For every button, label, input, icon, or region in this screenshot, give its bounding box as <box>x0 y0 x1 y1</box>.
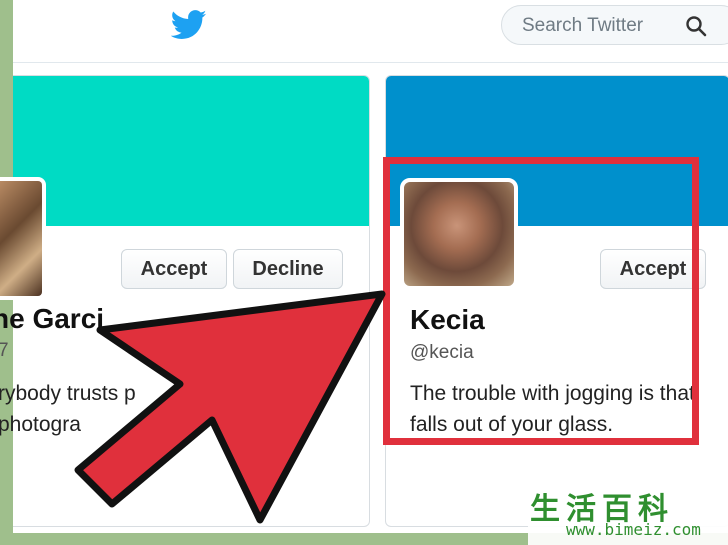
watermark-url: www.bimeiz.com <box>566 520 701 539</box>
pointer-arrow-icon <box>74 290 386 524</box>
